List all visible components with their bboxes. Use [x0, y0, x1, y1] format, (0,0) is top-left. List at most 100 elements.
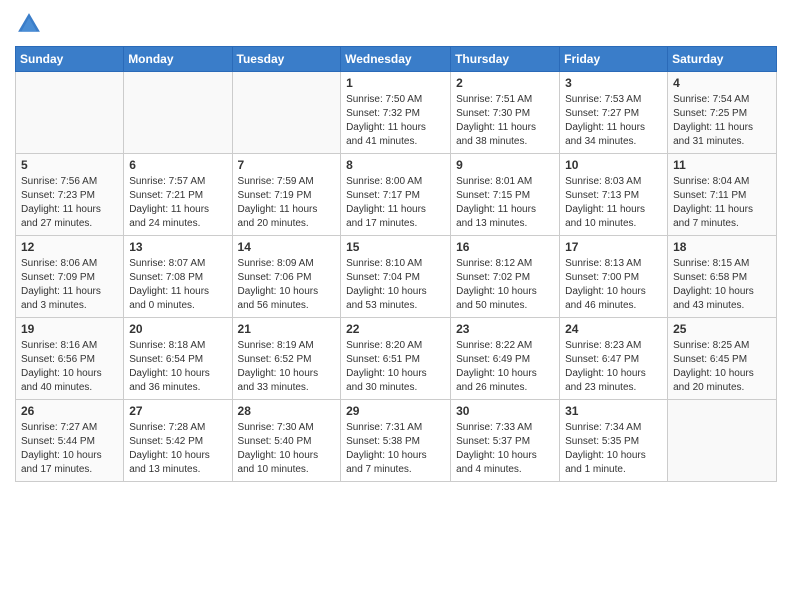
calendar-cell: 19Sunrise: 8:16 AMSunset: 6:56 PMDayligh… [16, 318, 124, 400]
day-number: 16 [456, 240, 554, 254]
header [15, 10, 777, 38]
weekday-header-tuesday: Tuesday [232, 47, 341, 72]
calendar-cell: 16 Sunrise: 8:12 AMSunset: 7:02 PMDayligh… [451, 236, 560, 318]
day-number: 24 [565, 322, 662, 336]
day-number: 19 [21, 322, 118, 336]
calendar-cell: 4 Sunrise: 7:54 AMSunset: 7:25 PMDaylight… [668, 72, 777, 154]
day-number: 2 [456, 76, 554, 90]
calendar-cell: 14 Sunrise: 8:09 AMSunset: 7:06 PMDayligh… [232, 236, 341, 318]
calendar-cell [16, 72, 124, 154]
calendar-cell: 17 Sunrise: 8:13 AMSunset: 7:00 PMDayligh… [560, 236, 668, 318]
day-info: Sunrise: 7:54 AMSunset: 7:25 PMDaylight:… [673, 93, 771, 149]
calendar-cell: 23 Sunrise: 8:22 AMSunset: 6:49 PMDayligh… [451, 318, 560, 400]
weekday-header-monday: Monday [124, 47, 232, 72]
calendar-cell: 7 Sunrise: 7:59 AMSunset: 7:19 PMDaylight… [232, 154, 341, 236]
weekday-header-sunday: Sunday [16, 47, 124, 72]
day-number: 5 [21, 158, 118, 172]
calendar-cell: 31 Sunrise: 7:34 AMSunset: 5:35 PMDayligh… [560, 400, 668, 482]
day-number: 6 [129, 158, 226, 172]
calendar-cell: 13 Sunrise: 8:07 AMSunset: 7:08 PMDayligh… [124, 236, 232, 318]
calendar-cell [232, 72, 341, 154]
calendar-cell: 1Sunrise: 7:50 AMSunset: 7:32 PMDaylight… [341, 72, 451, 154]
calendar-cell: 2 Sunrise: 7:51 AMSunset: 7:30 PMDaylight… [451, 72, 560, 154]
calendar-cell: 8 Sunrise: 8:00 AMSunset: 7:17 PMDaylight… [341, 154, 451, 236]
day-info: Sunrise: 7:57 AMSunset: 7:21 PMDaylight:… [129, 175, 226, 231]
calendar-cell: 6 Sunrise: 7:57 AMSunset: 7:21 PMDaylight… [124, 154, 232, 236]
day-info: Sunrise: 7:27 AMSunset: 5:44 PMDaylight:… [21, 421, 118, 477]
day-number: 20 [129, 322, 226, 336]
calendar-cell: 11 Sunrise: 8:04 AMSunset: 7:11 PMDayligh… [668, 154, 777, 236]
logo-icon [15, 10, 43, 38]
calendar-cell: 28 Sunrise: 7:30 AMSunset: 5:40 PMDayligh… [232, 400, 341, 482]
logo [15, 10, 47, 38]
day-number: 22 [346, 322, 445, 336]
calendar-week-row-5: 26 Sunrise: 7:27 AMSunset: 5:44 PMDayligh… [16, 400, 777, 482]
calendar-cell: 24 Sunrise: 8:23 AMSunset: 6:47 PMDayligh… [560, 318, 668, 400]
day-info: Sunrise: 8:00 AMSunset: 7:17 PMDaylight:… [346, 175, 445, 231]
day-number: 26 [21, 404, 118, 418]
day-number: 21 [238, 322, 336, 336]
day-info: Sunrise: 8:10 AMSunset: 7:04 PMDaylight:… [346, 257, 445, 313]
calendar-cell: 9 Sunrise: 8:01 AMSunset: 7:15 PMDaylight… [451, 154, 560, 236]
day-number: 12 [21, 240, 118, 254]
day-info: Sunrise: 8:19 AMSunset: 6:52 PMDaylight:… [238, 339, 336, 395]
calendar-week-row-1: 1Sunrise: 7:50 AMSunset: 7:32 PMDaylight… [16, 72, 777, 154]
day-info: Sunrise: 7:53 AMSunset: 7:27 PMDaylight:… [565, 93, 662, 149]
day-number: 25 [673, 322, 771, 336]
calendar-cell: 27 Sunrise: 7:28 AMSunset: 5:42 PMDayligh… [124, 400, 232, 482]
weekday-header-row: SundayMondayTuesdayWednesdayThursdayFrid… [16, 47, 777, 72]
calendar-week-row-3: 12 Sunrise: 8:06 AMSunset: 7:09 PMDayligh… [16, 236, 777, 318]
calendar-cell: 22Sunrise: 8:20 AMSunset: 6:51 PMDayligh… [341, 318, 451, 400]
calendar-cell: 25 Sunrise: 8:25 AMSunset: 6:45 PMDayligh… [668, 318, 777, 400]
day-number: 1 [346, 76, 445, 90]
calendar-cell: 21 Sunrise: 8:19 AMSunset: 6:52 PMDayligh… [232, 318, 341, 400]
calendar-cell: 15 Sunrise: 8:10 AMSunset: 7:04 PMDayligh… [341, 236, 451, 318]
day-number: 14 [238, 240, 336, 254]
calendar-cell: 10 Sunrise: 8:03 AMSunset: 7:13 PMDayligh… [560, 154, 668, 236]
day-number: 7 [238, 158, 336, 172]
day-number: 11 [673, 158, 771, 172]
calendar-cell [124, 72, 232, 154]
day-info: Sunrise: 8:06 AMSunset: 7:09 PMDaylight:… [21, 257, 118, 313]
day-number: 4 [673, 76, 771, 90]
day-info: Sunrise: 8:03 AMSunset: 7:13 PMDaylight:… [565, 175, 662, 231]
calendar-week-row-4: 19Sunrise: 8:16 AMSunset: 6:56 PMDayligh… [16, 318, 777, 400]
calendar-cell: 20 Sunrise: 8:18 AMSunset: 6:54 PMDayligh… [124, 318, 232, 400]
calendar-cell: 12 Sunrise: 8:06 AMSunset: 7:09 PMDayligh… [16, 236, 124, 318]
day-info: Sunrise: 8:23 AMSunset: 6:47 PMDaylight:… [565, 339, 662, 395]
day-info: Sunrise: 8:18 AMSunset: 6:54 PMDaylight:… [129, 339, 226, 395]
day-info: Sunrise: 8:04 AMSunset: 7:11 PMDaylight:… [673, 175, 771, 231]
day-info: Sunrise: 8:07 AMSunset: 7:08 PMDaylight:… [129, 257, 226, 313]
day-info: Sunrise: 7:30 AMSunset: 5:40 PMDaylight:… [238, 421, 336, 477]
day-info: Sunrise: 8:12 AMSunset: 7:02 PMDaylight:… [456, 257, 554, 313]
calendar-cell: 26 Sunrise: 7:27 AMSunset: 5:44 PMDayligh… [16, 400, 124, 482]
day-info: Sunrise: 8:01 AMSunset: 7:15 PMDaylight:… [456, 175, 554, 231]
day-info: Sunrise: 7:33 AMSunset: 5:37 PMDaylight:… [456, 421, 554, 477]
day-number: 10 [565, 158, 662, 172]
day-number: 9 [456, 158, 554, 172]
day-info: Sunrise: 8:25 AMSunset: 6:45 PMDaylight:… [673, 339, 771, 395]
day-number: 23 [456, 322, 554, 336]
calendar-week-row-2: 5 Sunrise: 7:56 AMSunset: 7:23 PMDaylight… [16, 154, 777, 236]
day-info: Sunrise: 8:13 AMSunset: 7:00 PMDaylight:… [565, 257, 662, 313]
calendar-cell: 5 Sunrise: 7:56 AMSunset: 7:23 PMDaylight… [16, 154, 124, 236]
day-number: 17 [565, 240, 662, 254]
day-info: Sunrise: 8:09 AMSunset: 7:06 PMDaylight:… [238, 257, 336, 313]
day-number: 8 [346, 158, 445, 172]
calendar-cell [668, 400, 777, 482]
day-number: 30 [456, 404, 554, 418]
weekday-header-thursday: Thursday [451, 47, 560, 72]
day-info: Sunrise: 7:34 AMSunset: 5:35 PMDaylight:… [565, 421, 662, 477]
day-number: 15 [346, 240, 445, 254]
day-number: 27 [129, 404, 226, 418]
day-info: Sunrise: 7:56 AMSunset: 7:23 PMDaylight:… [21, 175, 118, 231]
day-number: 31 [565, 404, 662, 418]
day-number: 3 [565, 76, 662, 90]
day-info: Sunrise: 7:31 AMSunset: 5:38 PMDaylight:… [346, 421, 445, 477]
day-number: 28 [238, 404, 336, 418]
day-info: Sunrise: 7:28 AMSunset: 5:42 PMDaylight:… [129, 421, 226, 477]
day-info: Sunrise: 7:51 AMSunset: 7:30 PMDaylight:… [456, 93, 554, 149]
day-number: 13 [129, 240, 226, 254]
day-info: Sunrise: 8:22 AMSunset: 6:49 PMDaylight:… [456, 339, 554, 395]
day-info: Sunrise: 7:59 AMSunset: 7:19 PMDaylight:… [238, 175, 336, 231]
